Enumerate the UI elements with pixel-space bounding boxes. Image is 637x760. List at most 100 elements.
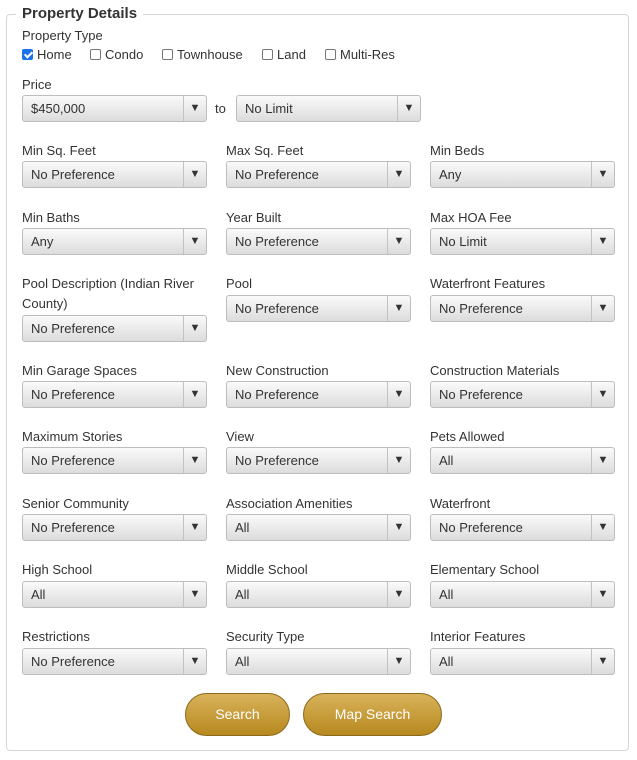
pets-allowed-select[interactable]: All ▼ [430,447,615,474]
chevron-down-icon: ▼ [387,382,410,407]
pool-select[interactable]: No Preference ▼ [226,295,411,322]
year-built-value: No Preference [235,234,319,249]
section-title: Property Details [16,5,144,22]
association-amenities-select[interactable]: All ▼ [226,514,411,541]
waterfront-select[interactable]: No Preference ▼ [430,514,615,541]
checkbox-townhouse[interactable]: Townhouse [162,47,243,62]
restrictions-label: Restrictions [22,629,90,644]
checkbox-multi-res-box[interactable] [325,49,336,60]
high-school-value: All [31,587,46,602]
security-type-value: All [235,654,250,669]
checkbox-condo[interactable]: Condo [90,47,143,62]
map-search-button[interactable]: Map Search [303,693,442,736]
security-type-select[interactable]: All ▼ [226,648,411,675]
min-garage-spaces-label: Min Garage Spaces [22,363,137,378]
min-baths-value: Any [31,234,54,249]
middle-school-label: Middle School [226,562,308,577]
chevron-down-icon: ▼ [591,382,614,407]
view-value: No Preference [235,453,319,468]
middle-school-select[interactable]: All ▼ [226,581,411,608]
max-sqft-label: Max Sq. Feet [226,143,304,158]
pool-label: Pool [226,276,253,291]
chevron-down-icon: ▼ [591,162,614,187]
chevron-down-icon: ▼ [591,296,614,321]
year-built-label: Year Built [226,210,282,225]
view-select[interactable]: No Preference ▼ [226,447,411,474]
max-hoa-fee-label: Max HOA Fee [430,210,512,225]
senior-community-select[interactable]: No Preference ▼ [22,514,207,541]
chevron-down-icon: ▼ [387,582,410,607]
maximum-stories-value: No Preference [31,453,115,468]
min-sqft-label: Min Sq. Feet [22,143,96,158]
security-type-label: Security Type [226,629,305,644]
construction-materials-select[interactable]: No Preference ▼ [430,381,615,408]
search-button[interactable]: Search [185,693,290,736]
chevron-down-icon: ▼ [387,229,410,254]
min-baths-label: Min Baths [22,210,80,225]
checkbox-land-label: Land [277,47,306,62]
year-built-select[interactable]: No Preference ▼ [226,228,411,255]
interior-features-label: Interior Features [430,629,526,644]
high-school-label: High School [22,562,93,577]
chevron-down-icon: ▼ [183,515,206,540]
chevron-down-icon: ▼ [387,649,410,674]
chevron-down-icon: ▼ [183,582,206,607]
high-school-select[interactable]: All ▼ [22,581,207,608]
senior-community-label: Senior Community [22,496,129,511]
chevron-down-icon: ▼ [397,96,420,121]
restrictions-select[interactable]: No Preference ▼ [22,648,207,675]
chevron-down-icon: ▼ [387,515,410,540]
min-baths-select[interactable]: Any ▼ [22,228,207,255]
senior-community-value: No Preference [31,520,115,535]
elementary-school-label: Elementary School [430,562,540,577]
construction-materials-label: Construction Materials [430,363,560,378]
pool-description-label-line2: County) [22,296,68,311]
new-construction-label: New Construction [226,363,329,378]
pets-allowed-label: Pets Allowed [430,429,505,444]
chevron-down-icon: ▼ [591,448,614,473]
checkbox-land[interactable]: Land [262,47,306,62]
chevron-down-icon: ▼ [387,162,410,187]
elementary-school-value: All [439,587,454,602]
maximum-stories-select[interactable]: No Preference ▼ [22,447,207,474]
checkbox-townhouse-box[interactable] [162,49,173,60]
min-beds-select[interactable]: Any ▼ [430,161,615,188]
min-garage-spaces-select[interactable]: No Preference ▼ [22,381,207,408]
elementary-school-select[interactable]: All ▼ [430,581,615,608]
association-amenities-label: Association Amenities [226,496,353,511]
max-hoa-fee-select[interactable]: No Limit ▼ [430,228,615,255]
min-garage-spaces-value: No Preference [31,387,115,402]
checkbox-multi-res[interactable]: Multi-Res [325,47,395,62]
waterfront-features-select[interactable]: No Preference ▼ [430,295,615,322]
chevron-down-icon: ▼ [591,229,614,254]
max-sqft-select[interactable]: No Preference ▼ [226,161,411,188]
min-sqft-select[interactable]: No Preference ▼ [22,161,207,188]
checkbox-condo-box[interactable] [90,49,101,60]
checkbox-multi-res-label: Multi-Res [340,47,395,62]
chevron-down-icon: ▼ [183,649,206,674]
waterfront-features-label: Waterfront Features [430,276,546,291]
pool-value: No Preference [235,301,319,316]
min-beds-label: Min Beds [430,143,485,158]
pool-description-select[interactable]: No Preference ▼ [22,315,207,342]
price-max-select[interactable]: No Limit ▼ [236,95,421,122]
checkbox-home[interactable]: Home [22,47,72,62]
checkbox-home-box[interactable] [22,49,33,60]
max-sqft-value: No Preference [235,167,319,182]
chevron-down-icon: ▼ [183,382,206,407]
restrictions-value: No Preference [31,654,115,669]
price-to-label: to [215,101,226,116]
new-construction-select[interactable]: No Preference ▼ [226,381,411,408]
maximum-stories-label: Maximum Stories [22,429,123,444]
chevron-down-icon: ▼ [591,582,614,607]
price-min-select[interactable]: $450,000 ▼ [22,95,207,122]
checkbox-land-box[interactable] [262,49,273,60]
price-max-value: No Limit [245,101,293,116]
property-details-form: Property Details Property Type Home Cond… [0,0,637,760]
chevron-down-icon: ▼ [387,296,410,321]
chevron-down-icon: ▼ [183,229,206,254]
association-amenities-value: All [235,520,250,535]
max-hoa-fee-value: No Limit [439,234,487,249]
min-beds-value: Any [439,167,462,182]
interior-features-select[interactable]: All ▼ [430,648,615,675]
